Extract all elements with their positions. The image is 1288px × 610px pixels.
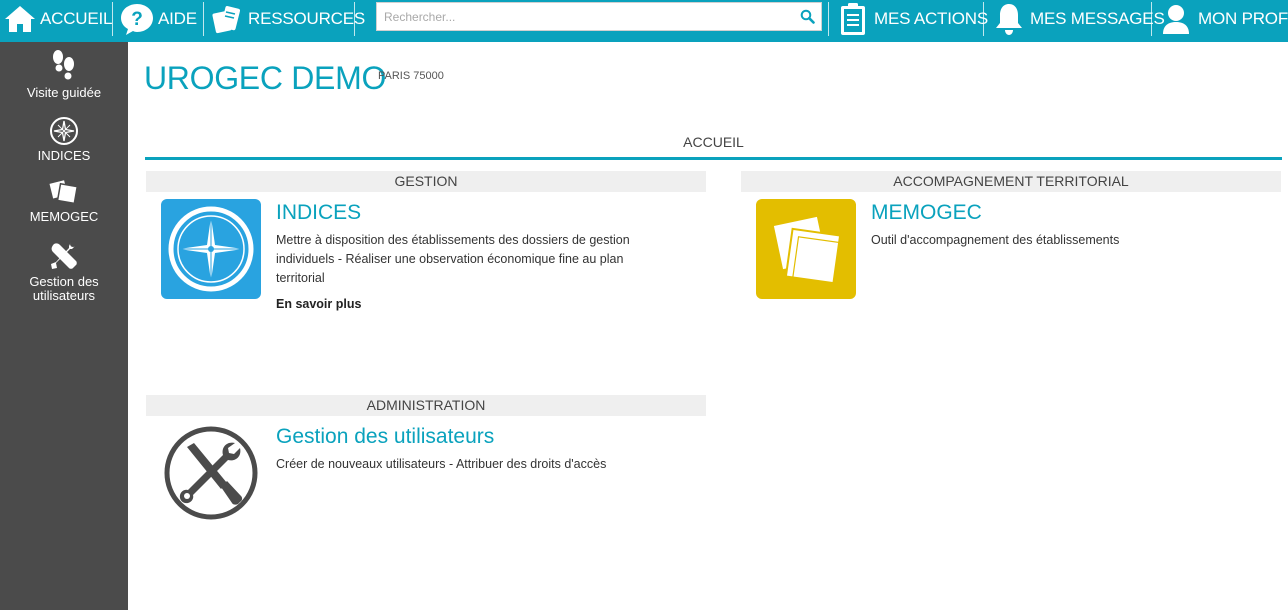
group-header-administration: ADMINISTRATION [146,395,706,416]
sidebar-item-label: Visite guidée [26,85,102,100]
nav-my-messages-label: MES MESSAGES [1030,9,1165,28]
sidebar-item-memogec[interactable]: MEMOGEC [0,179,128,224]
section-title: ACCUEIL [683,134,744,150]
memogec-app-icon[interactable] [756,199,856,299]
memogec-description: Outil d'accompagnement des établissement… [871,233,1120,247]
tools-icon [51,241,77,269]
divider [203,2,204,36]
nav-resources-label: RESSOURCES [248,9,366,28]
indices-description-line: territorial [276,271,325,285]
sidebar: Visite guidée INDICES MEMOGEC Gestion de… [0,42,128,610]
search-box [376,2,822,31]
nav-home[interactable]: ACCUEIL [4,0,112,38]
search-input[interactable] [377,3,787,30]
resources-icon [212,6,240,34]
notes-icon [49,180,79,205]
divider [983,2,984,36]
sidebar-item-label: INDICES [37,148,91,163]
compass-icon [168,206,254,292]
nav-my-profile[interactable]: MON PROFIL [1160,0,1288,38]
group-header-gestion: GESTION [146,171,706,192]
nav-my-actions-label: MES ACTIONS [874,9,988,28]
user-management-title[interactable]: Gestion des utilisateurs [276,425,494,449]
bell-icon [996,4,1022,35]
svg-text:?: ? [131,9,143,30]
nav-my-messages[interactable]: MES MESSAGES [993,0,1165,38]
indices-description-line: Mettre à disposition des établissements … [276,233,630,247]
nav-resources[interactable]: RESSOURCES [211,0,365,38]
divider [354,2,355,36]
sidebar-item-label: Gestion des utilisateurs [29,274,99,303]
user-management-description: Créer de nouveaux utilisateurs - Attribu… [276,457,607,471]
sidebar-item-guided-tour[interactable]: Visite guidée [0,49,128,100]
group-header-accompagnement: ACCOMPAGNEMENT TERRITORIAL [741,171,1281,192]
home-icon [5,6,35,32]
clipboard-icon [841,3,865,35]
memogec-title[interactable]: MEMOGEC [871,201,982,225]
notes-icon [773,216,843,286]
user-management-app-icon[interactable] [161,423,261,523]
sidebar-item-user-management[interactable]: Gestion des utilisateurs [0,240,128,303]
divider [112,2,113,36]
help-icon: ? [121,4,153,35]
learn-more-link[interactable]: En savoir plus [276,297,361,311]
nav-help-label: AIDE [158,9,197,28]
page-title: UROGEC DEMO [144,60,387,96]
sidebar-item-label: MEMOGEC [29,209,99,224]
section-divider [145,157,1282,160]
user-icon [1163,5,1189,34]
tools-icon [164,426,258,520]
sidebar-item-indices[interactable]: INDICES [0,116,128,163]
indices-app-icon[interactable] [161,199,261,299]
compass-icon [50,117,78,145]
nav-home-label: ACCUEIL [40,9,113,28]
search-icon[interactable] [800,9,815,24]
divider [1151,2,1152,36]
divider [828,2,829,36]
nav-my-actions[interactable]: MES ACTIONS [839,0,988,38]
footsteps-icon [53,50,74,80]
page-subtitle: PARIS 75000 [378,70,444,82]
nav-my-profile-label: MON PROFIL [1198,9,1288,28]
indices-description-line: individuels - Réaliser une observation é… [276,252,624,266]
nav-help[interactable]: ? AIDE [119,0,197,38]
top-navbar: ACCUEIL ? AIDE RESSOURCES Rechercher... … [0,0,1288,42]
indices-title[interactable]: INDICES [276,201,361,225]
